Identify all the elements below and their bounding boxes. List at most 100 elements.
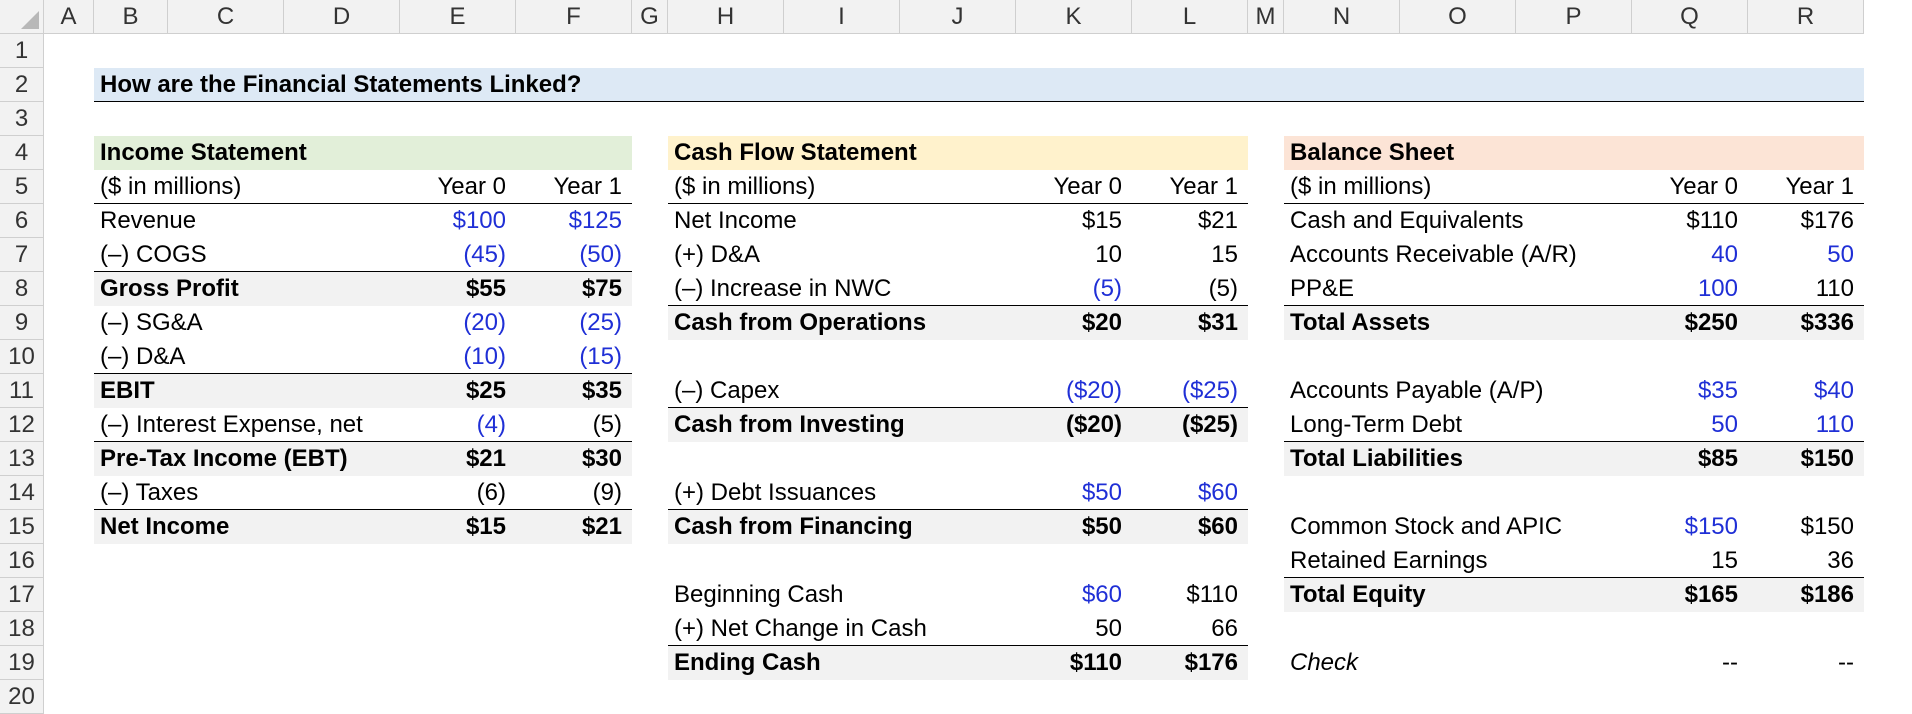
cashflow-year0-header[interactable]: Year 0 <box>1016 170 1132 204</box>
cashflow-row-year0[interactable]: $60 <box>1016 578 1132 612</box>
column-header-O[interactable]: O <box>1400 0 1516 34</box>
row-header-3[interactable]: 3 <box>0 102 44 136</box>
cashflow-row-year0[interactable]: $50 <box>1016 510 1132 544</box>
cashflow-row-year0[interactable]: (5) <box>1016 272 1132 306</box>
row-header-13[interactable]: 13 <box>0 442 44 476</box>
income-header[interactable]: Income Statement <box>94 136 494 170</box>
balance-row-year0[interactable]: 50 <box>1632 408 1748 442</box>
income-row-year0[interactable]: $100 <box>400 204 516 238</box>
balance-row-label[interactable]: Common Stock and APIC <box>1284 510 1664 544</box>
select-all-corner[interactable] <box>0 0 44 34</box>
column-header-A[interactable]: A <box>44 0 94 34</box>
balance-year0-header[interactable]: Year 0 <box>1632 170 1748 204</box>
balance-row-year0[interactable]: $85 <box>1632 442 1748 476</box>
balance-row-year1[interactable]: $336 <box>1748 306 1864 340</box>
income-row-year0[interactable]: (4) <box>400 408 516 442</box>
cashflow-row-year0[interactable]: ($20) <box>1016 374 1132 408</box>
income-row-year0[interactable]: (45) <box>400 238 516 272</box>
row-header-18[interactable]: 18 <box>0 612 44 646</box>
column-header-E[interactable]: E <box>400 0 516 34</box>
income-row-year1[interactable]: $30 <box>516 442 632 476</box>
income-row-year0[interactable]: (10) <box>400 340 516 374</box>
page-title[interactable]: How are the Financial Statements Linked? <box>94 68 694 102</box>
row-header-11[interactable]: 11 <box>0 374 44 408</box>
column-header-C[interactable]: C <box>168 0 284 34</box>
cashflow-row-year1[interactable]: $60 <box>1132 510 1248 544</box>
balance-row-label[interactable]: Total Equity <box>1284 578 1664 612</box>
balance-row-year0[interactable]: 15 <box>1632 544 1748 578</box>
balance-row-label[interactable]: PP&E <box>1284 272 1664 306</box>
income-row-year1[interactable]: (5) <box>516 408 632 442</box>
cashflow-row-year0[interactable]: 50 <box>1016 612 1132 646</box>
row-header-10[interactable]: 10 <box>0 340 44 374</box>
income-row-year1[interactable]: $125 <box>516 204 632 238</box>
cashflow-row-year0[interactable]: $20 <box>1016 306 1132 340</box>
balance-row-year1[interactable]: $150 <box>1748 442 1864 476</box>
balance-row-year1[interactable]: 110 <box>1748 272 1864 306</box>
income-row-year0[interactable]: $55 <box>400 272 516 306</box>
balance-row-year1[interactable]: 110 <box>1748 408 1864 442</box>
column-header-M[interactable]: M <box>1248 0 1284 34</box>
cashflow-row-year1[interactable]: ($25) <box>1132 408 1248 442</box>
income-row-year0[interactable]: (6) <box>400 476 516 510</box>
balance-row-year1[interactable]: $176 <box>1748 204 1864 238</box>
row-header-5[interactable]: 5 <box>0 170 44 204</box>
cashflow-row-year0[interactable]: $15 <box>1016 204 1132 238</box>
income-row-year1[interactable]: $75 <box>516 272 632 306</box>
cashflow-header[interactable]: Cash Flow Statement <box>668 136 1068 170</box>
row-header-1[interactable]: 1 <box>0 34 44 68</box>
balance-row-year1[interactable]: 50 <box>1748 238 1864 272</box>
balance-row-year1[interactable]: $150 <box>1748 510 1864 544</box>
cashflow-row-year1[interactable]: $176 <box>1132 646 1248 680</box>
row-header-2[interactable]: 2 <box>0 68 44 102</box>
income-row-year0[interactable]: $15 <box>400 510 516 544</box>
balance-row-year0[interactable]: $35 <box>1632 374 1748 408</box>
balance-row-label[interactable]: Cash and Equivalents <box>1284 204 1664 238</box>
column-header-I[interactable]: I <box>784 0 900 34</box>
balance-row-label[interactable]: Accounts Payable (A/P) <box>1284 374 1664 408</box>
cashflow-row-year1[interactable]: (5) <box>1132 272 1248 306</box>
balance-row-year0[interactable]: -- <box>1632 646 1748 680</box>
row-header-8[interactable]: 8 <box>0 272 44 306</box>
income-row-year1[interactable]: (9) <box>516 476 632 510</box>
cashflow-row-year1[interactable]: $110 <box>1132 578 1248 612</box>
balance-row-year1[interactable]: -- <box>1748 646 1864 680</box>
balance-row-year0[interactable]: 100 <box>1632 272 1748 306</box>
balance-row-label[interactable]: Retained Earnings <box>1284 544 1664 578</box>
cashflow-row-label[interactable]: Cash from Financing <box>668 510 1048 544</box>
cashflow-row-label[interactable]: (–) Increase in NWC <box>668 272 1048 306</box>
balance-row-year0[interactable]: $150 <box>1632 510 1748 544</box>
balance-row-label[interactable]: Total Assets <box>1284 306 1664 340</box>
row-header-12[interactable]: 12 <box>0 408 44 442</box>
cashflow-row-year1[interactable]: 66 <box>1132 612 1248 646</box>
cashflow-row-label[interactable]: (+) Debt Issuances <box>668 476 1048 510</box>
cashflow-row-year0[interactable]: $110 <box>1016 646 1132 680</box>
income-units[interactable]: ($ in millions) <box>94 170 394 204</box>
column-header-G[interactable]: G <box>632 0 668 34</box>
balance-row-year1[interactable]: $186 <box>1748 578 1864 612</box>
column-header-P[interactable]: P <box>1516 0 1632 34</box>
income-year1-header[interactable]: Year 1 <box>516 170 632 204</box>
row-header-14[interactable]: 14 <box>0 476 44 510</box>
column-header-B[interactable]: B <box>94 0 168 34</box>
balance-row-year0[interactable]: $110 <box>1632 204 1748 238</box>
balance-row-label[interactable]: Accounts Receivable (A/R) <box>1284 238 1664 272</box>
balance-row-year0[interactable]: 40 <box>1632 238 1748 272</box>
column-header-L[interactable]: L <box>1132 0 1248 34</box>
cashflow-row-year1[interactable]: 15 <box>1132 238 1248 272</box>
cashflow-row-label[interactable]: (+) D&A <box>668 238 1048 272</box>
row-header-17[interactable]: 17 <box>0 578 44 612</box>
cashflow-row-year1[interactable]: $31 <box>1132 306 1248 340</box>
balance-row-label[interactable]: Total Liabilities <box>1284 442 1664 476</box>
income-row-year0[interactable]: (20) <box>400 306 516 340</box>
cashflow-row-label[interactable]: (–) Capex <box>668 374 1048 408</box>
cashflow-row-year1[interactable]: $60 <box>1132 476 1248 510</box>
row-header-6[interactable]: 6 <box>0 204 44 238</box>
income-row-year1[interactable]: (15) <box>516 340 632 374</box>
balance-row-label[interactable]: Long-Term Debt <box>1284 408 1664 442</box>
income-row-year0[interactable]: $25 <box>400 374 516 408</box>
balance-row-year0[interactable]: $250 <box>1632 306 1748 340</box>
column-header-K[interactable]: K <box>1016 0 1132 34</box>
cashflow-row-label[interactable]: Ending Cash <box>668 646 1048 680</box>
cashflow-row-year0[interactable]: $50 <box>1016 476 1132 510</box>
